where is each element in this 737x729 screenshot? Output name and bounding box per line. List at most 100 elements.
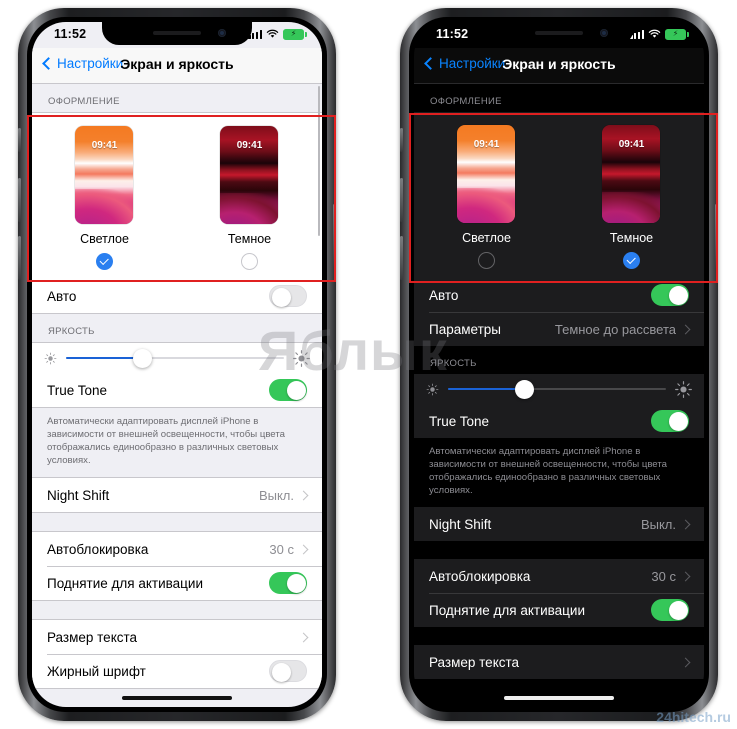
light-theme-preview: 09:41 [457, 125, 516, 223]
brightness-fill [448, 388, 525, 390]
row-auto[interactable]: Авто [414, 278, 704, 312]
true-tone-label: True Tone [47, 382, 108, 398]
light-theme-radio-selected[interactable] [95, 253, 113, 270]
autolock-label: Автоблокировка [429, 568, 531, 584]
dark-theme-radio-selected[interactable] [622, 252, 640, 269]
light-theme-preview: 09:41 [75, 126, 134, 224]
brightness-section-header: ЯРКОСТЬ [48, 326, 95, 337]
light-theme-label: Светлое [80, 232, 129, 246]
volume-down-button[interactable] [400, 236, 403, 280]
home-indicator[interactable] [122, 696, 232, 700]
row-text-size[interactable]: Размер текста [414, 645, 704, 679]
battery-charging-icon: ⚡ [665, 29, 689, 40]
silent-switch[interactable] [18, 128, 21, 152]
true-tone-toggle[interactable] [269, 379, 307, 401]
brightness-track[interactable] [448, 379, 666, 399]
auto-toggle[interactable] [651, 284, 689, 306]
appearance-card: 09:41 Светлое 09:41 Темное [414, 112, 704, 346]
light-theme-label: Светлое [462, 231, 511, 245]
preview-clock: 09:41 [91, 140, 118, 151]
raise-toggle[interactable] [651, 599, 689, 621]
settings-scroll-light[interactable]: ОФОРМЛЕНИЕ 09:41 Светлое 09:41 Темное Ав… [32, 84, 322, 707]
iphone-light-mode: 11:52 ⚡ Настройки Экран и яркость ОФОРМЛ… [18, 8, 336, 721]
brightness-high-icon [675, 380, 692, 398]
appearance-section-header: ОФОРМЛЕНИЕ [430, 96, 502, 107]
front-camera-icon [218, 29, 226, 37]
dark-theme-preview: 09:41 [220, 126, 279, 224]
textsize-label: Размер текста [47, 629, 138, 645]
power-button[interactable] [333, 204, 336, 270]
dark-theme-radio[interactable] [240, 253, 258, 270]
row-night-shift[interactable]: Night Shift Выкл. [32, 478, 322, 512]
theme-option-dark[interactable]: 09:41 Темное [183, 126, 316, 270]
chevron-right-icon [298, 544, 309, 554]
preview-clock: 09:41 [473, 139, 500, 150]
appearance-card: 09:41 Светлое 09:41 Темное [32, 112, 322, 314]
screen-dark: 11:52 ⚡ Настройки Экран и яркость ОФОРМЛ… [414, 22, 704, 707]
brightness-fill [66, 357, 143, 359]
chevron-right-icon [680, 657, 691, 667]
section-gap [414, 627, 704, 645]
earpiece-speaker [535, 31, 583, 35]
iphone-dark-mode: 11:52 ⚡ Настройки Экран и яркость ОФОРМЛ… [400, 8, 718, 721]
status-time: 11:52 [54, 27, 87, 41]
page-title: Экран и яркость [502, 56, 616, 72]
brightness-slider-row[interactable] [32, 343, 322, 373]
section-gap [32, 513, 322, 531]
brightness-track[interactable] [66, 348, 284, 368]
brightness-knob[interactable] [132, 348, 152, 368]
auto-label: Авто [429, 287, 459, 303]
row-raise-to-wake[interactable]: Поднятие для активации [414, 593, 704, 627]
earpiece-speaker [153, 31, 201, 35]
volume-up-button[interactable] [18, 178, 21, 222]
night-shift-label: Night Shift [47, 487, 110, 503]
brightness-slider-row[interactable] [414, 374, 704, 404]
status-time: 11:52 [436, 27, 469, 41]
notch [102, 22, 252, 45]
brightness-low-icon [426, 383, 439, 395]
theme-option-light[interactable]: 09:41 Светлое [420, 125, 553, 269]
autolock-card: Автоблокировка 30 с Поднятие для активац… [32, 531, 322, 601]
settings-scroll-dark[interactable]: ОФОРМЛЕНИЕ 09:41 Светлое 09:41 Темное Ав… [414, 84, 704, 707]
battery-charging-icon: ⚡ [283, 29, 307, 40]
autolock-value: 30 с [651, 568, 676, 584]
raise-toggle[interactable] [269, 572, 307, 594]
true-tone-label: True Tone [429, 413, 490, 429]
silent-switch[interactable] [400, 128, 403, 152]
section-gap [414, 541, 704, 559]
auto-toggle[interactable] [269, 285, 307, 307]
row-text-size[interactable]: Размер текста [32, 620, 322, 654]
brightness-knob[interactable] [514, 379, 534, 399]
screenshot-canvas: 11:52 ⚡ Настройки Экран и яркость ОФОРМЛ… [0, 0, 737, 729]
power-button[interactable] [715, 204, 718, 270]
night-shift-card: Night Shift Выкл. [32, 477, 322, 513]
row-true-tone[interactable]: True Tone [414, 404, 704, 438]
row-raise-to-wake[interactable]: Поднятие для активации [32, 566, 322, 600]
volume-up-button[interactable] [400, 178, 403, 222]
row-autolock[interactable]: Автоблокировка 30 с [32, 532, 322, 566]
row-night-shift[interactable]: Night Shift Выкл. [414, 507, 704, 541]
notch [484, 22, 634, 45]
chevron-right-icon [680, 571, 691, 581]
theme-option-dark[interactable]: 09:41 Темное [565, 125, 698, 269]
section-gap [32, 601, 322, 619]
theme-option-light[interactable]: 09:41 Светлое [38, 126, 171, 270]
row-auto[interactable]: Авто [32, 279, 322, 313]
row-autolock[interactable]: Автоблокировка 30 с [414, 559, 704, 593]
screen-light: 11:52 ⚡ Настройки Экран и яркость ОФОРМЛ… [32, 22, 322, 707]
brightness-low-icon [44, 352, 57, 364]
row-params[interactable]: Параметры Темное до рассвета [414, 312, 704, 346]
row-true-tone[interactable]: True Tone [32, 373, 322, 407]
textsize-card: Размер текста Жирный шрифт [32, 619, 322, 689]
home-indicator[interactable] [504, 696, 614, 700]
row-bold-text[interactable]: Жирный шрифт [32, 654, 322, 688]
autolock-value: 30 с [269, 541, 294, 557]
auto-label: Авто [47, 288, 77, 304]
volume-down-button[interactable] [18, 236, 21, 280]
bold-text-toggle[interactable] [269, 660, 307, 682]
raise-label: Поднятие для активации [429, 602, 585, 618]
scrollbar[interactable] [317, 86, 320, 236]
true-tone-toggle[interactable] [651, 410, 689, 432]
light-theme-radio[interactable] [477, 252, 495, 269]
chevron-right-icon [680, 519, 691, 529]
